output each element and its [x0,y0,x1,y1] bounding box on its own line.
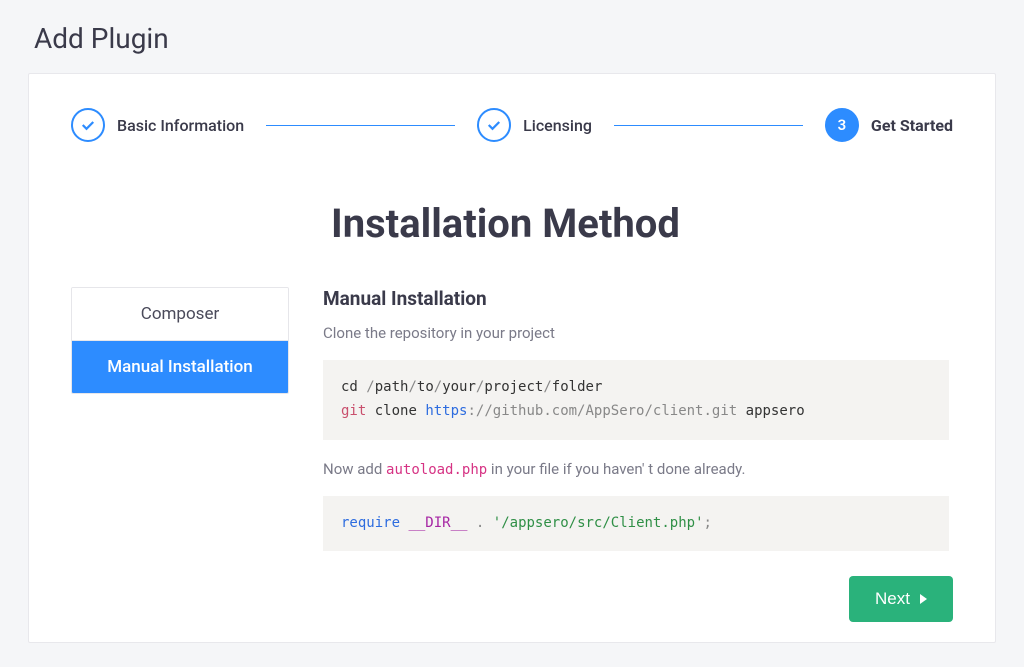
step-basic-information[interactable]: Basic Information [71,108,244,142]
step-licensing[interactable]: Licensing [477,108,592,142]
step-label: Get Started [871,116,953,135]
footer-actions: Next [849,576,953,622]
tab-composer[interactable]: Composer [72,288,288,341]
code-block-clone: cd /path/to/your/project/folder git clon… [323,360,949,440]
step-connector [614,125,803,126]
next-button[interactable]: Next [849,576,953,622]
content-intro: Clone the repository in your project [323,324,949,342]
check-icon [71,108,105,142]
code-block-require: require __DIR__ . '/appsero/src/Client.p… [323,496,949,552]
content-title: Manual Installation [323,287,949,310]
body-row: Composer Manual Installation Manual Inst… [71,287,953,571]
next-button-label: Next [875,589,910,609]
inline-code: autoload.php [386,462,487,478]
tab-content: Manual Installation Clone the repository… [323,287,953,571]
page-title: Add Plugin [0,0,1024,73]
step-label: Basic Information [117,116,244,135]
section-heading: Installation Method [331,200,953,247]
wizard-card: Basic Information Licensing 3 Get Starte… [28,73,996,643]
install-method-tabs: Composer Manual Installation [71,287,289,394]
step-label: Licensing [523,116,592,135]
content-paragraph: Now add autoload.php in your file if you… [323,460,949,478]
stepper: Basic Information Licensing 3 Get Starte… [71,102,953,152]
check-icon [477,108,511,142]
step-get-started[interactable]: 3 Get Started [825,108,953,142]
chevron-right-icon [920,594,927,604]
step-number-icon: 3 [825,108,859,142]
step-connector [266,125,455,126]
tab-manual-installation[interactable]: Manual Installation [72,341,288,393]
